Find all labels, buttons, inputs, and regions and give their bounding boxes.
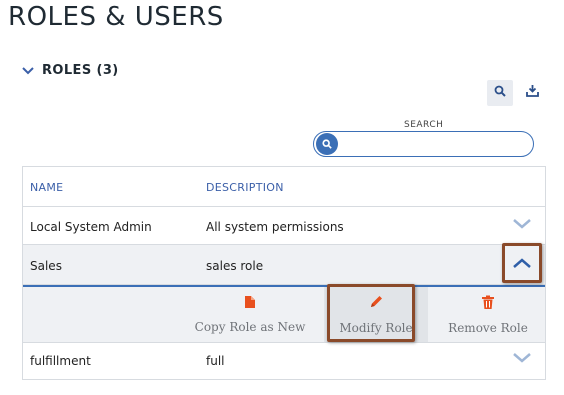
search-toggle-button[interactable]: [487, 80, 513, 106]
search-icon: [316, 133, 338, 155]
search-icon: [494, 84, 506, 102]
page-title: ROLES & USERS: [8, 2, 224, 32]
copy-role-label: Copy Role as New: [194, 320, 306, 334]
export-icon: [525, 84, 539, 102]
remove-role-label: Remove Role: [448, 320, 528, 335]
role-description: full: [206, 354, 225, 368]
role-name: Local System Admin: [30, 220, 152, 234]
collapse-row-button[interactable]: [509, 254, 535, 276]
chevron-down-icon: [512, 217, 532, 235]
chevron-down-icon: [512, 351, 532, 369]
chevron-down-icon: [22, 65, 34, 77]
search-label: SEARCH: [404, 120, 444, 130]
column-header-name[interactable]: NAME: [30, 181, 63, 194]
actions-panel: Copy Role as New Modify Role Remove Role: [23, 285, 545, 342]
table-row[interactable]: Sales sales role: [23, 245, 545, 285]
remove-role-button[interactable]: Remove Role: [440, 287, 536, 342]
role-description: All system permissions: [206, 220, 344, 234]
role-description: sales role: [206, 259, 264, 273]
search-field: [313, 131, 534, 157]
expand-row-button[interactable]: [509, 215, 535, 237]
copy-role-button[interactable]: Copy Role as New: [186, 287, 314, 342]
pencil-icon: [368, 294, 384, 315]
role-name: Sales: [30, 259, 62, 273]
row-actions: Copy Role as New Modify Role Remove Role: [23, 285, 545, 343]
table-header: NAME DESCRIPTION: [23, 167, 545, 207]
modify-role-label: Modify Role: [339, 321, 413, 335]
role-name: fulfillment: [30, 354, 91, 368]
trash-icon: [481, 295, 495, 315]
table-row[interactable]: fulfillment full: [23, 343, 545, 379]
table-row[interactable]: Local System Admin All system permission…: [23, 207, 545, 245]
expand-row-button[interactable]: [509, 349, 535, 371]
modify-role-button[interactable]: Modify Role: [324, 287, 428, 342]
roles-table: NAME DESCRIPTION Local System Admin All …: [22, 166, 546, 380]
copy-icon: [244, 295, 256, 314]
column-header-description[interactable]: DESCRIPTION: [206, 181, 284, 194]
export-button[interactable]: [519, 80, 545, 106]
search-input[interactable]: [338, 132, 533, 156]
section-title: ROLES (3): [42, 63, 119, 78]
roles-section-toggle[interactable]: ROLES (3): [22, 63, 119, 78]
chevron-up-icon: [512, 256, 532, 274]
